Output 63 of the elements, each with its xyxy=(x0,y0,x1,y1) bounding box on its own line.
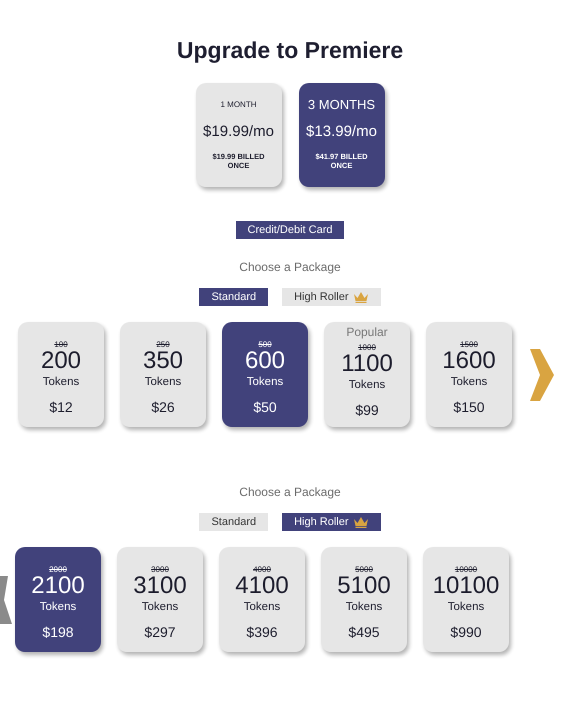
plan-period: 3 MONTHS xyxy=(308,97,376,113)
old-amount: 2000 xyxy=(49,565,67,574)
token-amount: 1600 xyxy=(442,349,496,373)
old-amount: 1000 xyxy=(358,343,376,352)
token-package-card[interactable]: 500 600 Tokens $50 xyxy=(222,322,308,427)
package-tab[interactable]: High Roller xyxy=(282,513,381,531)
token-package-card[interactable]: 4000 4100 Tokens $396 xyxy=(219,547,305,652)
token-package-card[interactable]: 5000 5100 Tokens $495 xyxy=(321,547,407,652)
token-package-card[interactable]: 10000 10100 Tokens $990 xyxy=(423,547,509,652)
token-unit: Tokens xyxy=(244,600,280,615)
section-heading: Choose a Package xyxy=(239,259,341,275)
token-package-card[interactable]: 3000 3100 Tokens $297 xyxy=(117,547,203,652)
package-price: $50 xyxy=(253,399,277,415)
package-price: $99 xyxy=(355,402,379,418)
token-package-card[interactable]: 100 200 Tokens $12 xyxy=(18,322,104,427)
package-tab[interactable]: Standard xyxy=(199,513,268,531)
token-amount: 3100 xyxy=(133,574,187,598)
package-tab[interactable]: High Roller xyxy=(282,288,381,306)
old-amount: 3000 xyxy=(151,565,169,574)
token-amount: 350 xyxy=(142,349,184,373)
token-unit: Tokens xyxy=(42,375,80,390)
package-price: $198 xyxy=(42,624,74,640)
token-package-card[interactable]: 250 350 Tokens $26 xyxy=(120,322,206,427)
package-price: $990 xyxy=(450,624,482,640)
old-amount: 10000 xyxy=(454,565,478,574)
token-amount: 2100 xyxy=(31,574,85,598)
package-price: $150 xyxy=(453,399,485,415)
package-price: $396 xyxy=(246,624,278,640)
old-amount: 4000 xyxy=(253,565,271,574)
package-price: $12 xyxy=(49,399,73,415)
old-amount: 500 xyxy=(258,340,272,349)
token-unit: Tokens xyxy=(346,600,382,615)
old-amount: 250 xyxy=(156,340,170,349)
package-price: $26 xyxy=(151,399,175,415)
popular-label: Popular xyxy=(346,325,388,339)
old-amount: 1500 xyxy=(460,340,478,349)
plan-price: $19.99/mo xyxy=(203,123,274,140)
payment-button[interactable]: Credit/Debit Card xyxy=(236,221,344,239)
token-unit: Tokens xyxy=(144,375,182,390)
token-package-card[interactable]: 1500 1600 Tokens $150 xyxy=(426,322,512,427)
token-amount: 600 xyxy=(244,349,286,373)
token-unit: Tokens xyxy=(448,600,484,615)
token-amount: 200 xyxy=(40,349,82,373)
token-unit: Tokens xyxy=(40,600,76,615)
token-amount: 10100 xyxy=(432,574,500,598)
plan-period: 1 MONTH xyxy=(220,99,256,111)
token-package-card[interactable]: 2000 2100 Tokens $198 xyxy=(15,547,101,652)
token-unit: Tokens xyxy=(246,375,284,390)
token-unit: Tokens xyxy=(142,600,178,615)
plan-price: $13.99/mo xyxy=(306,123,377,140)
old-amount: 100 xyxy=(54,340,68,349)
section-heading: Choose a Package xyxy=(239,484,341,500)
token-amount: 5100 xyxy=(337,574,391,598)
package-tab[interactable]: Standard xyxy=(199,288,268,306)
token-amount: 4100 xyxy=(235,574,289,598)
token-unit: Tokens xyxy=(348,378,386,393)
token-amount: 1100 xyxy=(341,352,393,376)
package-price: $495 xyxy=(348,624,380,640)
old-amount: 5000 xyxy=(355,565,373,574)
package-price: $297 xyxy=(144,624,176,640)
page-title: Upgrade to Premiere xyxy=(176,36,404,64)
token-unit: Tokens xyxy=(450,375,488,390)
token-package-card[interactable]: Popular 1000 1100 Tokens $99 xyxy=(324,322,410,427)
